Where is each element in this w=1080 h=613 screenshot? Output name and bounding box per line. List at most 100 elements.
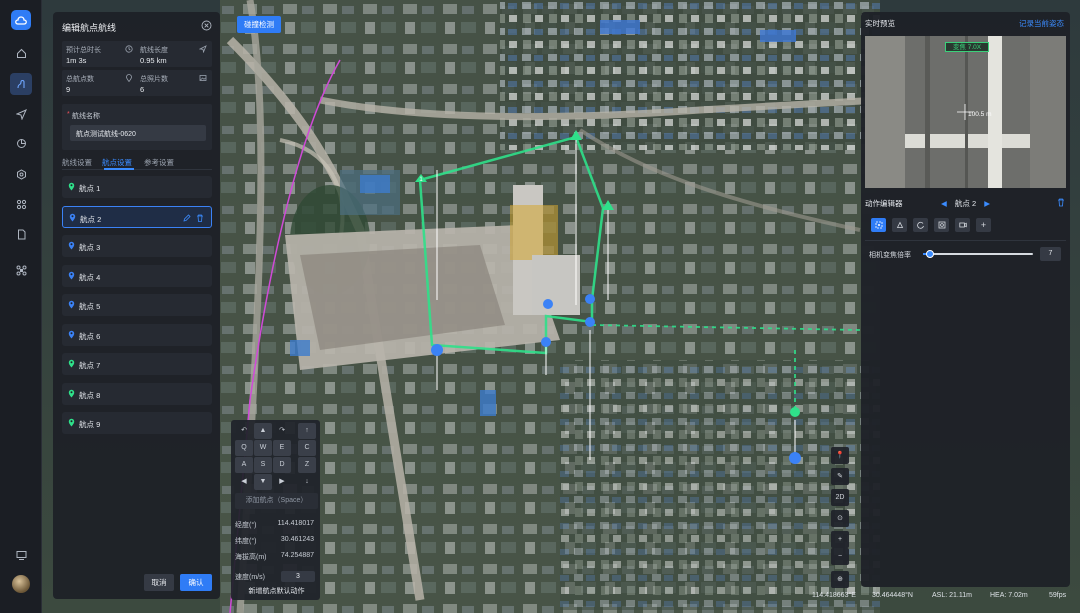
drone-icon[interactable] [10,259,32,281]
camera-feed-image [865,36,1066,188]
next-waypoint-icon[interactable]: ▶ [984,199,990,208]
tab-reference-settings[interactable]: 参考设置 [144,157,174,168]
add-waypoint-button[interactable]: 添加航点（Space） [235,493,318,509]
collision-check-button[interactable]: 碰撞检测 [237,16,281,33]
user-avatar[interactable] [12,575,30,593]
ruler-tool[interactable]: ✎ [831,468,849,485]
zoom-in-tool[interactable]: + [831,531,849,548]
longitude-label: 经度(°) [235,522,257,529]
waypoint-label: 航点 3 [79,243,101,252]
key-a[interactable]: A [235,457,253,473]
key-back[interactable]: ▼ [254,474,272,490]
document-icon[interactable] [10,223,32,245]
stat-label: 总航点数 [66,76,94,83]
route-name-input[interactable]: 航点测试航线-0620 [70,125,206,141]
key-left[interactable]: ◀ [235,474,253,490]
pin-icon [126,74,132,82]
delete-icon[interactable] [196,214,204,222]
location-marker-tool[interactable]: 📍 [831,447,849,464]
latitude-label: 纬度(°) [235,538,257,545]
status-latitude: 30.464448°N [872,592,913,599]
key-up[interactable]: ↑ [298,423,316,439]
photo-icon[interactable] [934,218,949,232]
key-down[interactable]: ↓ [298,474,316,490]
waypoint-item[interactable]: 航点 8 [62,382,212,405]
add-action-icon[interactable]: + [976,218,991,232]
close-icon[interactable] [201,20,212,31]
record-pose-link[interactable]: 记录当前姿态 [1019,18,1064,29]
slider-thumb[interactable] [925,250,934,258]
key-rotate-right[interactable]: ↷ [273,423,291,439]
waypoint-pin-icon [68,241,75,250]
confirm-button[interactable]: 确认 [180,574,212,591]
waypoint-label: 航点 6 [79,331,101,341]
waypoint-label: 航点 1 [79,184,101,193]
waypoint-pin-icon [68,300,75,309]
globe-tool[interactable]: ⊕ [831,571,849,588]
key-w[interactable]: W [254,440,272,456]
focus-icon[interactable] [871,218,886,232]
waypoint-item[interactable]: 航点 5 [62,294,212,316]
route-icon[interactable] [10,73,32,95]
app-logo-icon[interactable] [11,10,31,30]
key-rotate-left[interactable]: ↶ [235,423,253,439]
waypoint-item[interactable]: 航点 6 [62,323,212,346]
target-distance: 100.5 m [968,111,992,118]
cancel-button[interactable]: 取消 [144,574,174,591]
send-icon[interactable] [10,103,32,125]
waypoint-item[interactable]: 航点 4 [62,264,212,287]
key-right[interactable]: ▶ [273,474,291,490]
key-s[interactable]: S [254,457,272,473]
map-marker-5 [585,317,595,327]
waypoint-pin-icon [69,213,76,221]
route-name-field: * 航线名称 航点测试航线-0620 [62,104,212,150]
waypoint-pin-icon [68,389,75,397]
waypoint-pin-icon [68,418,75,427]
tab-route-settings[interactable]: 航线设置 [62,157,92,168]
live-preview-panel: 实时预览 记录当前姿态 变焦 7.0X 100.5 m 动作编辑器 ◀ 航点 2… [861,12,1070,587]
view-2d-tool[interactable]: 2D [831,489,849,506]
edit-icon[interactable] [183,213,191,222]
prev-waypoint-icon[interactable]: ◀ [941,199,947,208]
key-c[interactable]: C [298,440,316,456]
camera-zoom-slider[interactable] [923,250,1033,258]
speed-input[interactable]: 3 [281,571,315,582]
video-icon[interactable] [955,218,970,232]
default-action-link[interactable]: 新增航点默认动作 [235,586,318,596]
key-q[interactable]: Q [235,440,253,456]
status-longitude: 114.418663°E [812,592,856,599]
key-d[interactable]: D [273,457,291,473]
current-waypoint-label: 航点 2 [954,199,977,208]
map-marker-4 [543,299,553,309]
pie-chart-icon[interactable] [10,132,32,154]
locate-tool[interactable]: ⊙ [831,510,849,527]
app-root: 1 碰撞检测 编辑航点航线 预计总时长 1m 3s 航线长度 0.95 km 总… [0,0,1080,613]
altitude-label: 海拔高(m) [235,554,267,561]
divider [865,240,1066,241]
apps-icon[interactable] [10,193,32,215]
waypoint-label: 航点 2 [80,214,102,224]
stat-value: 9 [66,85,71,94]
zoom-out-tool[interactable]: − [831,548,849,565]
waypoint-label: 航点 8 [79,390,101,400]
waypoint-item[interactable]: 航点 1 [62,176,212,198]
key-e[interactable]: E [273,440,291,456]
waypoint-item[interactable]: 航点 9 [62,412,212,434]
gimbal-icon[interactable] [892,218,907,232]
stat-duration: 预计总时长 1m 3s [62,41,138,67]
waypoint-item[interactable]: 航点 2 [62,205,212,228]
monitor-icon[interactable] [10,544,32,566]
waypoint-item[interactable]: 航点 3 [62,235,212,257]
tab-waypoint-settings[interactable]: 航点设置 [102,157,132,168]
settings-icon[interactable] [10,163,32,185]
status-fps: 59fps [1049,592,1067,599]
delete-icon[interactable] [1057,198,1065,207]
home-icon[interactable] [10,42,32,64]
rotate-icon[interactable] [913,218,928,232]
waypoint-item[interactable]: 航点 7 [62,353,212,375]
camera-zoom-input[interactable]: 7 [1040,247,1061,261]
stat-label: 总照片数 [140,76,168,83]
key-z[interactable]: Z [298,457,316,473]
stat-route-length: 航线长度 0.95 km [136,41,212,67]
key-forward[interactable]: ▲ [254,423,272,439]
